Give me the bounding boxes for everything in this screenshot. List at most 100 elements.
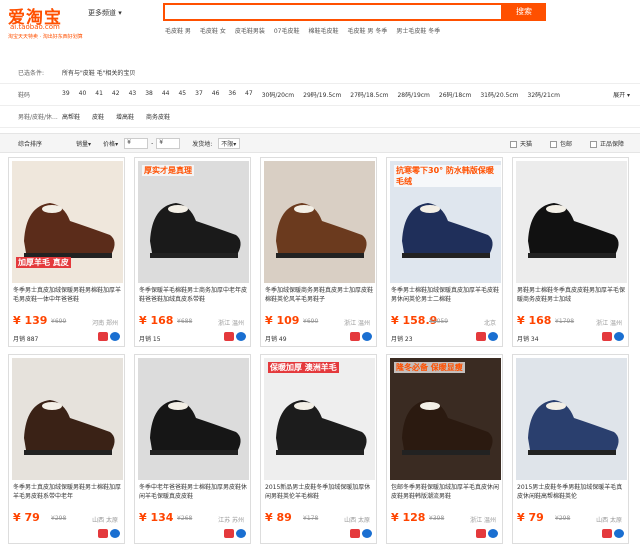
expand-button[interactable]: 展开 ▾ xyxy=(613,90,630,99)
product-title[interactable]: 冬季中老年爸爸鞋男士棉鞋加厚男皮鞋休闲羊毛保暖真皮皮鞋 xyxy=(139,483,249,501)
sort-price[interactable]: 价格▾ xyxy=(97,139,124,148)
size-option[interactable]: 27码/18.5cm xyxy=(350,90,388,99)
checkbox-icon[interactable] xyxy=(509,140,517,148)
ww-chat-icon[interactable] xyxy=(362,529,372,538)
price-from-input[interactable]: ¥ xyxy=(124,137,149,149)
shoe-icon xyxy=(24,400,115,455)
size-option[interactable]: 30码/20cm xyxy=(262,90,294,99)
filter-value: 所有与"皮鞋 毛"相关的宝贝 xyxy=(62,70,136,77)
product-image[interactable] xyxy=(264,161,375,283)
product-image[interactable] xyxy=(516,161,627,283)
style-option[interactable]: 高帮鞋 xyxy=(62,112,80,121)
size-option[interactable]: 45 xyxy=(178,90,186,99)
size-option[interactable]: 39 xyxy=(62,90,70,99)
product-image[interactable]: 厚实才是真理 xyxy=(138,161,249,283)
product-image[interactable]: 隆冬必备 保暖显瘦 xyxy=(390,358,501,480)
style-option[interactable]: 增高鞋 xyxy=(116,112,134,121)
hot-word[interactable]: 皮毛鞋男装 xyxy=(235,26,265,35)
size-option[interactable]: 44 xyxy=(162,90,170,99)
sort-sales[interactable]: 销量▾ xyxy=(48,139,97,148)
size-option[interactable]: 47 xyxy=(245,90,253,99)
product-location: 山西 太原 xyxy=(596,517,622,524)
product-location: 浙江 温州 xyxy=(344,320,370,327)
size-option[interactable]: 43 xyxy=(129,90,137,99)
product-image[interactable]: 抗寒零下30° 防水韩版保暖毛绒 xyxy=(390,161,501,283)
product-title[interactable]: 冬季保暖羊毛棉鞋男士商务加厚中老年皮鞋爸爸鞋加绒真皮系带鞋 xyxy=(139,286,249,304)
product-title[interactable]: 2015男士皮鞋冬季男鞋加绒保暖羊毛真皮休闲鞋高帮棉鞋英伦 xyxy=(517,483,627,501)
free-ship-filter[interactable]: 包邮 xyxy=(549,139,572,148)
ww-chat-icon[interactable] xyxy=(110,529,120,538)
product-card[interactable]: 2015男士皮鞋冬季男鞋加绒保暖羊毛真皮休闲鞋高帮棉鞋英伦 ¥ 79 ¥298 … xyxy=(512,354,629,544)
badge-icon xyxy=(476,332,486,341)
hot-word[interactable]: 毛皮鞋 男 xyxy=(165,26,191,35)
search-button[interactable]: 搜索 xyxy=(502,3,546,21)
product-image[interactable]: 加厚羊毛 真皮 xyxy=(12,161,123,283)
category-dropdown[interactable]: 更多频道 ▾ xyxy=(88,8,122,18)
ww-chat-icon[interactable] xyxy=(488,332,498,341)
product-card[interactable]: 厚实才是真理 冬季保暖羊毛棉鞋男士商务加厚中老年皮鞋爸爸鞋加绒真皮系带鞋 ¥ 1… xyxy=(134,157,251,347)
product-card[interactable]: 冬季加绒保暖商务男鞋真皮男士加厚皮鞋棉鞋英伦风羊毛男鞋子 ¥ 109 ¥690 … xyxy=(260,157,377,347)
filter-selected: 已选条件: 所有与"皮鞋 毛"相关的宝贝 xyxy=(0,62,640,84)
ww-chat-icon[interactable] xyxy=(614,332,624,341)
size-option[interactable]: 40 xyxy=(79,90,87,99)
product-title[interactable]: 冬季加绒保暖商务男鞋真皮男士加厚皮鞋棉鞋英伦风羊毛男鞋子 xyxy=(265,286,375,304)
product-image[interactable] xyxy=(138,358,249,480)
style-option[interactable]: 商务皮鞋 xyxy=(146,112,170,121)
monthly-sales: 月销 15 xyxy=(139,336,161,343)
size-option[interactable]: 29码/19.5cm xyxy=(303,90,341,99)
shoe-icon xyxy=(150,203,241,258)
product-image[interactable] xyxy=(516,358,627,480)
size-option[interactable]: 46 xyxy=(212,90,220,99)
product-price: ¥ 79 xyxy=(13,511,40,524)
product-title[interactable]: 冬季男士真皮加绒保暖男鞋男士棉鞋加厚羊毛男皮鞋系带中老年 xyxy=(13,483,123,501)
ww-chat-icon[interactable] xyxy=(236,332,246,341)
product-card[interactable]: 加厚羊毛 真皮 冬季男士真皮加绒保暖男鞋男棉鞋加厚羊毛男皮鞋一体中年爸爸鞋 ¥ … xyxy=(8,157,125,347)
hot-word[interactable]: 毛皮鞋 男 冬季 xyxy=(348,26,388,35)
product-title[interactable]: 包邮冬季男鞋保暖加绒加厚羊毛真皮休闲皮鞋男鞋韩版潮流男鞋 xyxy=(391,483,501,501)
price-to-input[interactable]: ¥ xyxy=(156,137,181,149)
product-card[interactable]: 抗寒零下30° 防水韩版保暖毛绒 冬季男士棉鞋加绒保暖真皮加厚羊毛皮鞋男休闲英伦… xyxy=(386,157,503,347)
ww-chat-icon[interactable] xyxy=(488,529,498,538)
size-option[interactable]: 36 xyxy=(228,90,236,99)
hot-word[interactable]: 07毛皮鞋 xyxy=(274,26,300,35)
size-option[interactable]: 28码/19cm xyxy=(397,90,429,99)
genuine-filter[interactable]: 正品保障 xyxy=(589,139,624,148)
product-card[interactable]: 冬季中老年爸爸鞋男士棉鞋加厚男皮鞋休闲羊毛保暖真皮皮鞋 ¥ 134 ¥268 江… xyxy=(134,354,251,544)
checkbox-icon[interactable] xyxy=(589,140,597,148)
product-image[interactable]: 保暖加厚 澳洲羊毛 xyxy=(264,358,375,480)
product-image[interactable] xyxy=(12,358,123,480)
hot-word[interactable]: 男士毛皮鞋 冬季 xyxy=(396,26,440,35)
original-price: ¥690 xyxy=(303,318,319,325)
style-option[interactable]: 皮鞋 xyxy=(92,112,104,121)
shoe-icon xyxy=(528,203,619,258)
size-option[interactable]: 32码/21cm xyxy=(528,90,560,99)
ww-chat-icon[interactable] xyxy=(110,332,120,341)
ww-chat-icon[interactable] xyxy=(236,529,246,538)
product-title[interactable]: 冬季男士真皮加绒保暖男鞋男棉鞋加厚羊毛男皮鞋一体中年爸爸鞋 xyxy=(13,286,123,304)
size-option[interactable]: 41 xyxy=(95,90,103,99)
product-title[interactable]: 男鞋男士棉鞋冬季真皮皮鞋男加厚羊毛保暖商务皮鞋男士加绒 xyxy=(517,286,627,304)
product-location: 江苏 苏州 xyxy=(218,517,244,524)
product-title[interactable]: 2015新品男士皮鞋冬季加绒保暖加厚休闲男鞋英伦羊毛棉鞋 xyxy=(265,483,375,501)
hot-word[interactable]: 棉鞋毛皮鞋 xyxy=(309,26,339,35)
product-title[interactable]: 冬季男士棉鞋加绒保暖真皮加厚羊毛皮鞋男休闲英伦男士二棉鞋 xyxy=(391,286,501,304)
tmall-filter[interactable]: 天猫 xyxy=(509,139,532,148)
checkbox-icon[interactable] xyxy=(549,140,557,148)
size-option[interactable]: 26码/18cm xyxy=(439,90,471,99)
size-option[interactable]: 38 xyxy=(145,90,153,99)
size-option[interactable]: 42 xyxy=(112,90,120,99)
size-option[interactable]: 31码/20.5cm xyxy=(480,90,518,99)
size-option[interactable]: 37 xyxy=(195,90,203,99)
sort-default[interactable]: 综合排序 xyxy=(0,139,48,148)
ww-chat-icon[interactable] xyxy=(614,529,624,538)
product-card[interactable]: 冬季男士真皮加绒保暖男鞋男士棉鞋加厚羊毛男皮鞋系带中老年 ¥ 79 ¥298 山… xyxy=(8,354,125,544)
badge-icon xyxy=(602,529,612,538)
product-card[interactable]: 隆冬必备 保暖显瘦 包邮冬季男鞋保暖加绒加厚羊毛真皮休闲皮鞋男鞋韩版潮流男鞋 ¥… xyxy=(386,354,503,544)
search-input[interactable] xyxy=(163,3,503,21)
ww-chat-icon[interactable] xyxy=(362,332,372,341)
shoe-icon xyxy=(402,400,493,455)
product-card[interactable]: 保暖加厚 澳洲羊毛 2015新品男士皮鞋冬季加绒保暖加厚休闲男鞋英伦羊毛棉鞋 ¥… xyxy=(260,354,377,544)
product-card[interactable]: 男鞋男士棉鞋冬季真皮皮鞋男加厚羊毛保暖商务皮鞋男士加绒 ¥ 168 ¥1798 … xyxy=(512,157,629,347)
hot-word[interactable]: 毛皮鞋 女 xyxy=(200,26,226,35)
ship-select[interactable]: 不限▾ xyxy=(218,137,241,149)
